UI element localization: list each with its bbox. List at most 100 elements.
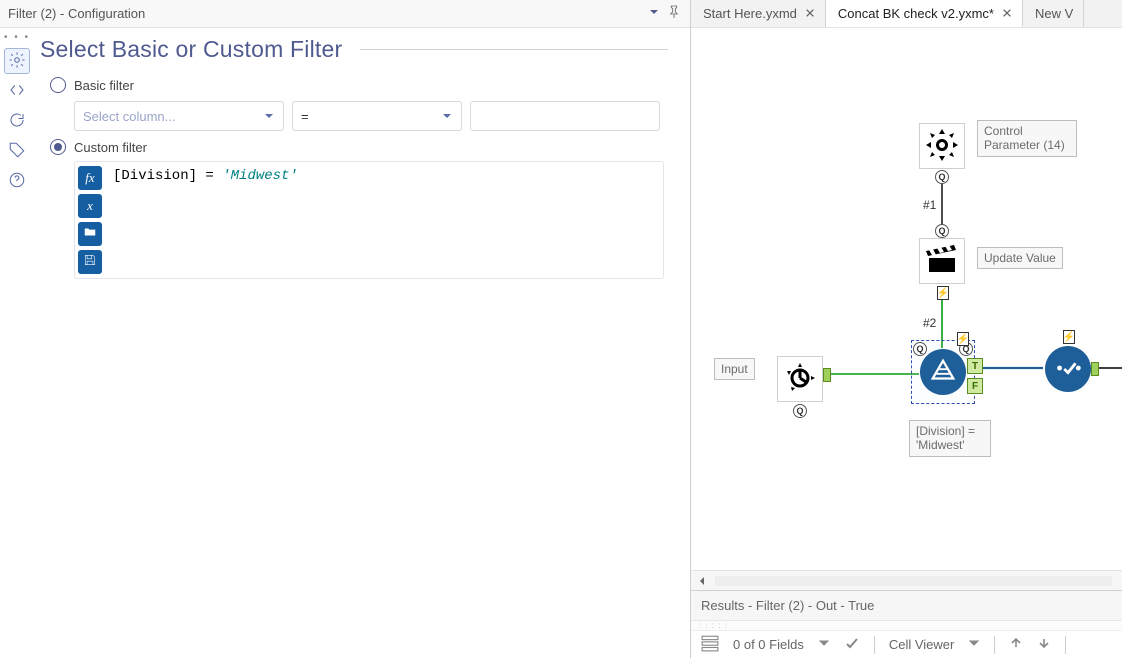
sync-icon xyxy=(8,111,26,132)
separator xyxy=(1065,636,1066,654)
q-anchor-badge[interactable]: Q xyxy=(793,404,807,418)
arrow-up-icon[interactable] xyxy=(1009,636,1023,653)
tag-icon xyxy=(8,141,26,162)
q-anchor-badge[interactable]: Q xyxy=(935,224,949,238)
cell-viewer-label: Cell Viewer xyxy=(889,637,955,652)
action-tool[interactable] xyxy=(919,238,965,284)
side-tab-help[interactable] xyxy=(4,168,30,194)
save-icon xyxy=(83,253,97,271)
code-icon xyxy=(8,81,26,102)
input-gear-icon xyxy=(782,360,818,399)
expression-literal: 'Midwest' xyxy=(222,168,298,184)
filter-funnel-icon xyxy=(928,356,958,389)
false-anchor[interactable]: F xyxy=(967,378,983,394)
records-layout-icon[interactable] xyxy=(701,634,719,655)
divider xyxy=(360,49,668,50)
operator-value: = xyxy=(301,109,309,124)
macro-output-tool[interactable] xyxy=(1045,346,1091,392)
input-label: Input xyxy=(714,358,755,380)
gear-bold-icon xyxy=(924,127,960,166)
radio-off-icon xyxy=(50,77,66,93)
connection-label-1: #1 xyxy=(923,198,936,212)
arrow-down-icon[interactable] xyxy=(1037,636,1051,653)
output-anchor[interactable] xyxy=(823,368,831,382)
side-tab-configuration[interactable] xyxy=(4,48,30,74)
results-title: Results - Filter (2) - Out - True xyxy=(701,598,874,613)
chevron-down-icon[interactable] xyxy=(648,6,660,21)
workflow-pane: Start Here.yxmd Concat BK check v2.yxmc*… xyxy=(690,0,1122,658)
q-anchor-badge[interactable]: Q xyxy=(935,170,949,184)
custom-filter-label: Custom filter xyxy=(74,140,147,155)
variable-icon: x xyxy=(87,198,93,214)
check-dots-icon xyxy=(1053,353,1083,386)
save-expression-button[interactable] xyxy=(78,250,102,274)
filter-caption: [Division] = 'Midwest' xyxy=(909,420,991,457)
tab-label: Concat BK check v2.yxmc* xyxy=(838,6,994,21)
close-icon[interactable] xyxy=(1002,6,1012,21)
bolt-anchor-badge[interactable]: ⚡ xyxy=(937,286,949,300)
tab-new[interactable]: New V xyxy=(1023,0,1084,27)
resize-grip[interactable]: : : : : : xyxy=(691,620,1122,630)
chevron-down-icon xyxy=(263,110,275,122)
tab-concat-bk-check[interactable]: Concat BK check v2.yxmc* xyxy=(826,0,1023,27)
basic-filter-label: Basic filter xyxy=(74,78,134,93)
close-icon[interactable] xyxy=(805,6,815,21)
side-tab-annotation[interactable] xyxy=(4,138,30,164)
operator-dropdown[interactable]: = xyxy=(292,101,462,131)
fx-icon: fx xyxy=(85,170,94,186)
true-anchor[interactable]: T xyxy=(967,358,983,374)
drag-handle-icon[interactable]: • • • xyxy=(4,32,30,46)
connection-wires xyxy=(691,28,1122,570)
control-parameter-tool[interactable] xyxy=(919,123,965,169)
results-panel-header[interactable]: Results - Filter (2) - Out - True xyxy=(691,590,1122,620)
separator xyxy=(874,636,875,654)
q-anchor-badge[interactable]: Q xyxy=(913,342,927,356)
filter-value-input[interactable] xyxy=(470,101,660,131)
chevron-down-icon[interactable] xyxy=(818,637,830,652)
scroll-left-icon[interactable] xyxy=(697,574,711,588)
macro-input-tool[interactable] xyxy=(777,356,823,402)
config-panel-title: Filter (2) - Configuration xyxy=(8,6,648,21)
document-tabs: Start Here.yxmd Concat BK check v2.yxmc*… xyxy=(691,0,1122,28)
config-heading: Select Basic or Custom Filter xyxy=(40,36,342,63)
help-icon xyxy=(8,171,26,192)
expression-text[interactable]: [Division] = 'Midwest' xyxy=(105,162,663,278)
gear-icon xyxy=(8,51,26,72)
variable-button[interactable]: x xyxy=(78,194,102,218)
fields-count-label: 0 of 0 Fields xyxy=(733,637,804,652)
expression-operator: = xyxy=(205,168,213,184)
filter-tool[interactable] xyxy=(920,349,966,395)
update-value-label: Update Value xyxy=(977,247,1063,269)
open-folder-button[interactable] xyxy=(78,222,102,246)
radio-on-icon xyxy=(50,139,66,155)
tab-label: New V xyxy=(1035,6,1073,21)
tab-start-here[interactable]: Start Here.yxmd xyxy=(691,0,826,27)
select-column-dropdown[interactable]: Select column... xyxy=(74,101,284,131)
custom-filter-radio[interactable]: Custom filter xyxy=(50,139,668,155)
pin-icon[interactable] xyxy=(666,4,682,23)
bolt-anchor-badge[interactable]: ⚡ xyxy=(957,332,969,346)
connection-label-2: #2 xyxy=(923,316,936,330)
clapboard-icon xyxy=(924,242,960,281)
side-tab-refresh[interactable] xyxy=(4,108,30,134)
results-toolbar: 0 of 0 Fields Cell Viewer xyxy=(691,630,1122,658)
expression-editor[interactable]: fx x [Division] = 'Midwest' xyxy=(74,161,664,279)
side-tab-xml[interactable] xyxy=(4,78,30,104)
config-content: Select Basic or Custom Filter Basic filt… xyxy=(34,28,690,658)
canvas-horizontal-scrollbar[interactable] xyxy=(691,570,1122,590)
folder-icon xyxy=(83,225,97,243)
config-side-tabs: • • • xyxy=(0,28,34,658)
fx-button[interactable]: fx xyxy=(78,166,102,190)
check-icon[interactable] xyxy=(844,635,860,654)
separator xyxy=(994,636,995,654)
config-panel-header: Filter (2) - Configuration xyxy=(0,0,690,28)
workflow-canvas[interactable]: Q Control Parameter (14) #1 Q ⚡ Update V… xyxy=(691,28,1122,570)
expression-field: [Division] xyxy=(113,168,197,184)
output-anchor[interactable] xyxy=(1091,362,1099,376)
chevron-down-icon[interactable] xyxy=(968,637,980,652)
bolt-anchor-badge[interactable]: ⚡ xyxy=(1063,330,1075,344)
scroll-track[interactable] xyxy=(715,576,1112,586)
select-column-placeholder: Select column... xyxy=(83,109,176,124)
basic-filter-radio[interactable]: Basic filter xyxy=(50,77,668,93)
control-parameter-label: Control Parameter (14) xyxy=(977,120,1077,157)
